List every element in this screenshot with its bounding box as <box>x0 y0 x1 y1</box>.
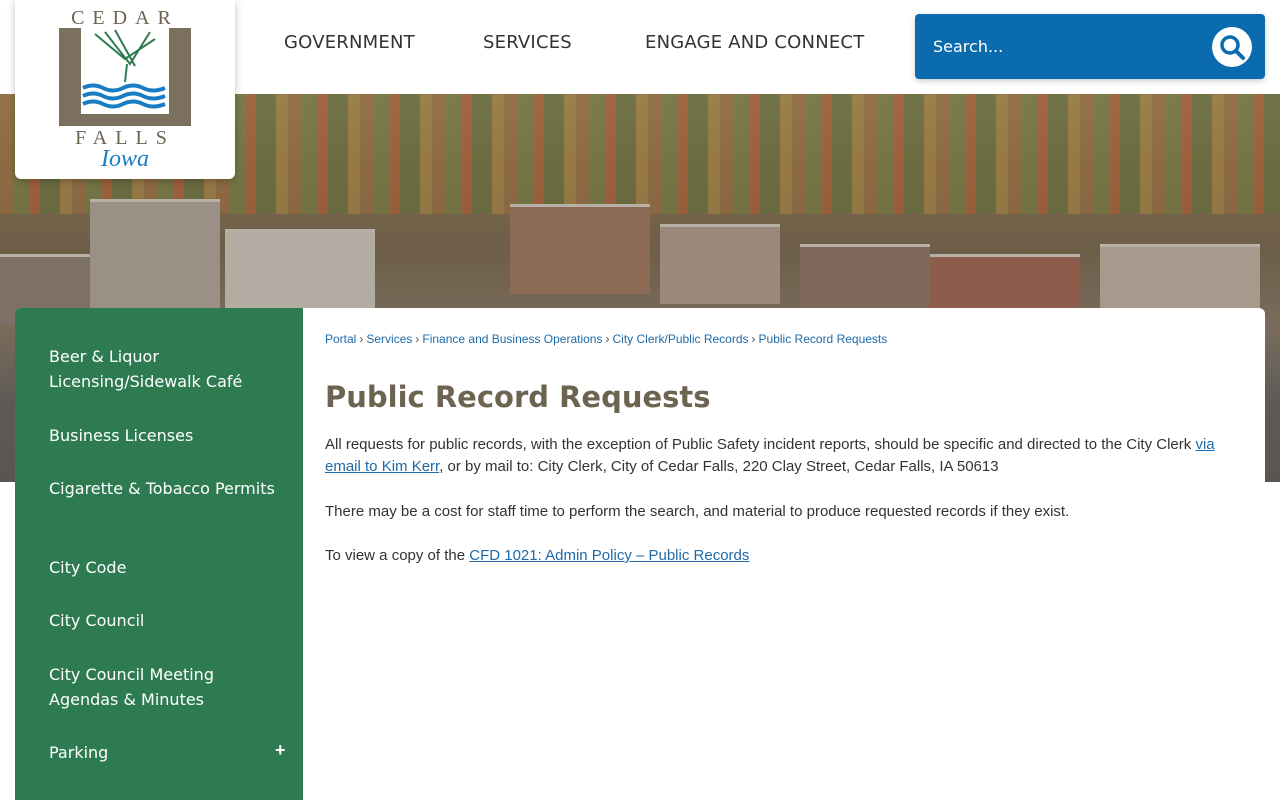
hero-building <box>800 244 930 314</box>
paragraph-policy: To view a copy of the CFD 1021: Admin Po… <box>325 545 1235 567</box>
cedar-falls-logo-icon: CEDAR FALLS Iowa <box>59 7 191 172</box>
breadcrumb-separator: › <box>415 332 420 346</box>
sidebar-item-city-code[interactable]: City Code <box>49 555 279 580</box>
breadcrumb-separator: › <box>751 332 756 346</box>
paragraph-text: All requests for public records, with th… <box>325 436 1196 453</box>
expand-parking-icon[interactable]: + <box>275 740 286 761</box>
breadcrumb-portal[interactable]: Portal <box>325 332 356 346</box>
breadcrumb-services[interactable]: Services <box>366 332 412 346</box>
logo-script-text: Iowa <box>100 146 149 172</box>
search-icon <box>1220 35 1245 60</box>
sidebar-item-council-agendas[interactable]: City Council Meeting Agendas & Minutes <box>49 662 279 712</box>
breadcrumb-current[interactable]: Public Record Requests <box>759 332 888 346</box>
sidebar-item-cigarette-tobacco[interactable]: Cigarette & Tobacco Permits <box>49 476 279 501</box>
search-bar <box>915 14 1265 79</box>
paragraph-cost: There may be a cost for staff time to pe… <box>325 503 1070 520</box>
sidebar-item-business-licenses[interactable]: Business Licenses <box>49 423 279 448</box>
search-button[interactable] <box>1212 27 1252 67</box>
hero-building <box>510 204 650 294</box>
breadcrumb-separator: › <box>359 332 364 346</box>
paragraph-text: To view a copy of the <box>325 547 470 564</box>
breadcrumb-city-clerk[interactable]: City Clerk/Public Records <box>612 332 748 346</box>
logo-top-text: CEDAR <box>71 7 179 29</box>
sidebar-item-beer-liquor[interactable]: Beer & Liquor Licensing/Sidewalk Café <box>49 344 279 394</box>
sidebar-item-parking[interactable]: Parking <box>49 740 279 765</box>
search-input[interactable] <box>933 32 1203 60</box>
nav-government[interactable]: GOVERNMENT <box>284 32 415 53</box>
breadcrumb-finance[interactable]: Finance and Business Operations <box>422 332 602 346</box>
nav-engage-and-connect[interactable]: ENGAGE AND CONNECT <box>645 32 864 53</box>
breadcrumb: Portal › Services › Finance and Business Ope… <box>325 332 887 346</box>
nav-services[interactable]: SERVICES <box>483 32 572 53</box>
hero-building <box>90 199 220 319</box>
hero-building <box>660 224 780 304</box>
paragraph-requests: All requests for public records, with th… <box>325 434 1235 478</box>
sidebar-item-city-council[interactable]: City Council <box>49 608 279 633</box>
sidebar-nav: Beer & Liquor Licensing/Sidewalk Café Bu… <box>15 308 303 800</box>
breadcrumb-separator: › <box>605 332 610 346</box>
admin-policy-link[interactable]: CFD 1021: Admin Policy – Public Records <box>469 547 749 564</box>
city-logo[interactable]: CEDAR FALLS Iowa <box>15 0 235 179</box>
content-panel: Beer & Liquor Licensing/Sidewalk Café Bu… <box>15 308 1265 800</box>
paragraph-text: , or by mail to: City Clerk, City of Ced… <box>439 458 999 475</box>
page-title: Public Record Requests <box>325 380 711 414</box>
